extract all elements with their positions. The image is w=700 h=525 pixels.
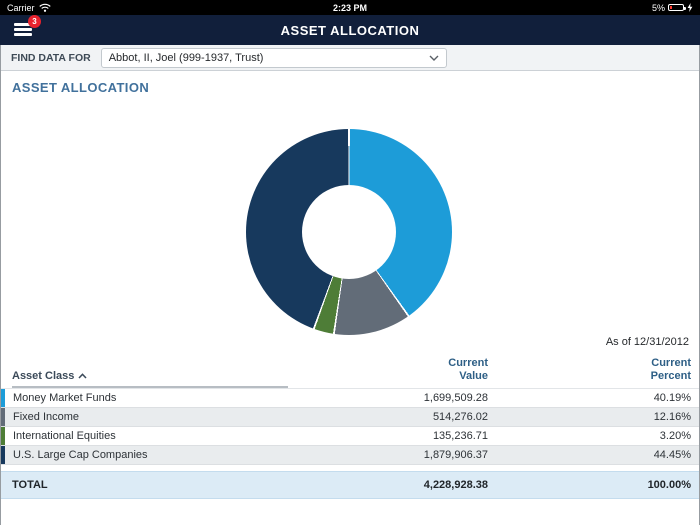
status-bar: Carrier 2:23 PM 5% [0, 0, 700, 15]
column-header-current-percent[interactable]: Current Percent [488, 357, 699, 385]
app-screen: Carrier 2:23 PM 5% 3 ASSET ALLOCATION [0, 0, 700, 525]
sort-ascending-icon [78, 373, 87, 379]
content-area: FIND DATA FOR Abbot, II, Joel (999-1937,… [0, 45, 700, 525]
column-header-asset-class[interactable]: Asset Class [12, 370, 87, 382]
asset-class-cell: Fixed Income [1, 411, 308, 423]
charging-bolt-icon [687, 3, 693, 12]
asset-class-color-indicator [1, 446, 5, 464]
asset-class-cell: Money Market Funds [1, 392, 308, 404]
asset-class-color-indicator [1, 408, 5, 426]
current-percent-cell: 3.20% [488, 430, 699, 442]
total-label: TOTAL [1, 479, 308, 491]
account-select-value: Abbot, II, Joel (999-1937, Trust) [109, 52, 264, 64]
asset-class-color-indicator [1, 427, 5, 445]
current-value-cell: 514,276.02 [308, 411, 488, 423]
section-title: ASSET ALLOCATION [12, 80, 699, 95]
table-row[interactable]: International Equities135,236.713.20% [1, 427, 699, 446]
chevron-down-icon [429, 55, 439, 61]
asset-allocation-table: Asset Class Current Value Current Percen… [1, 354, 699, 499]
table-body: Money Market Funds1,699,509.2840.19%Fixe… [1, 389, 699, 465]
battery-icon [668, 4, 684, 11]
asset-allocation-donut-chart [246, 129, 452, 335]
table-header: Asset Class Current Value Current Percen… [1, 354, 699, 389]
as-of-date: As of 12/31/2012 [606, 336, 689, 348]
clock: 2:23 PM [0, 3, 700, 13]
current-percent-cell: 40.19% [488, 392, 699, 404]
battery-percent-label: 5% [652, 3, 665, 13]
total-percent: 100.00% [488, 479, 699, 491]
table-row[interactable]: Fixed Income514,276.0212.16% [1, 408, 699, 427]
nav-bar: 3 ASSET ALLOCATION [0, 15, 700, 45]
sorted-column-underline [12, 386, 288, 388]
current-value-cell: 1,879,906.37 [308, 449, 488, 461]
current-value-cell: 135,236.71 [308, 430, 488, 442]
find-data-label: FIND DATA FOR [11, 52, 91, 64]
current-percent-cell: 44.45% [488, 449, 699, 461]
page-title: ASSET ALLOCATION [0, 23, 700, 38]
account-select[interactable]: Abbot, II, Joel (999-1937, Trust) [101, 48, 447, 68]
find-data-bar: FIND DATA FOR Abbot, II, Joel (999-1937,… [1, 45, 699, 71]
column-header-current-value[interactable]: Current Value [308, 357, 488, 385]
donut-hole [302, 185, 396, 279]
table-row[interactable]: U.S. Large Cap Companies1,879,906.3744.4… [1, 446, 699, 465]
total-value: 4,228,928.38 [308, 479, 488, 491]
current-value-cell: 1,699,509.28 [308, 392, 488, 404]
total-row: TOTAL 4,228,928.38 100.00% [1, 471, 699, 499]
current-percent-cell: 12.16% [488, 411, 699, 423]
asset-class-cell: International Equities [1, 430, 308, 442]
table-row[interactable]: Money Market Funds1,699,509.2840.19% [1, 389, 699, 408]
asset-class-cell: U.S. Large Cap Companies [1, 449, 308, 461]
asset-class-color-indicator [1, 389, 5, 407]
